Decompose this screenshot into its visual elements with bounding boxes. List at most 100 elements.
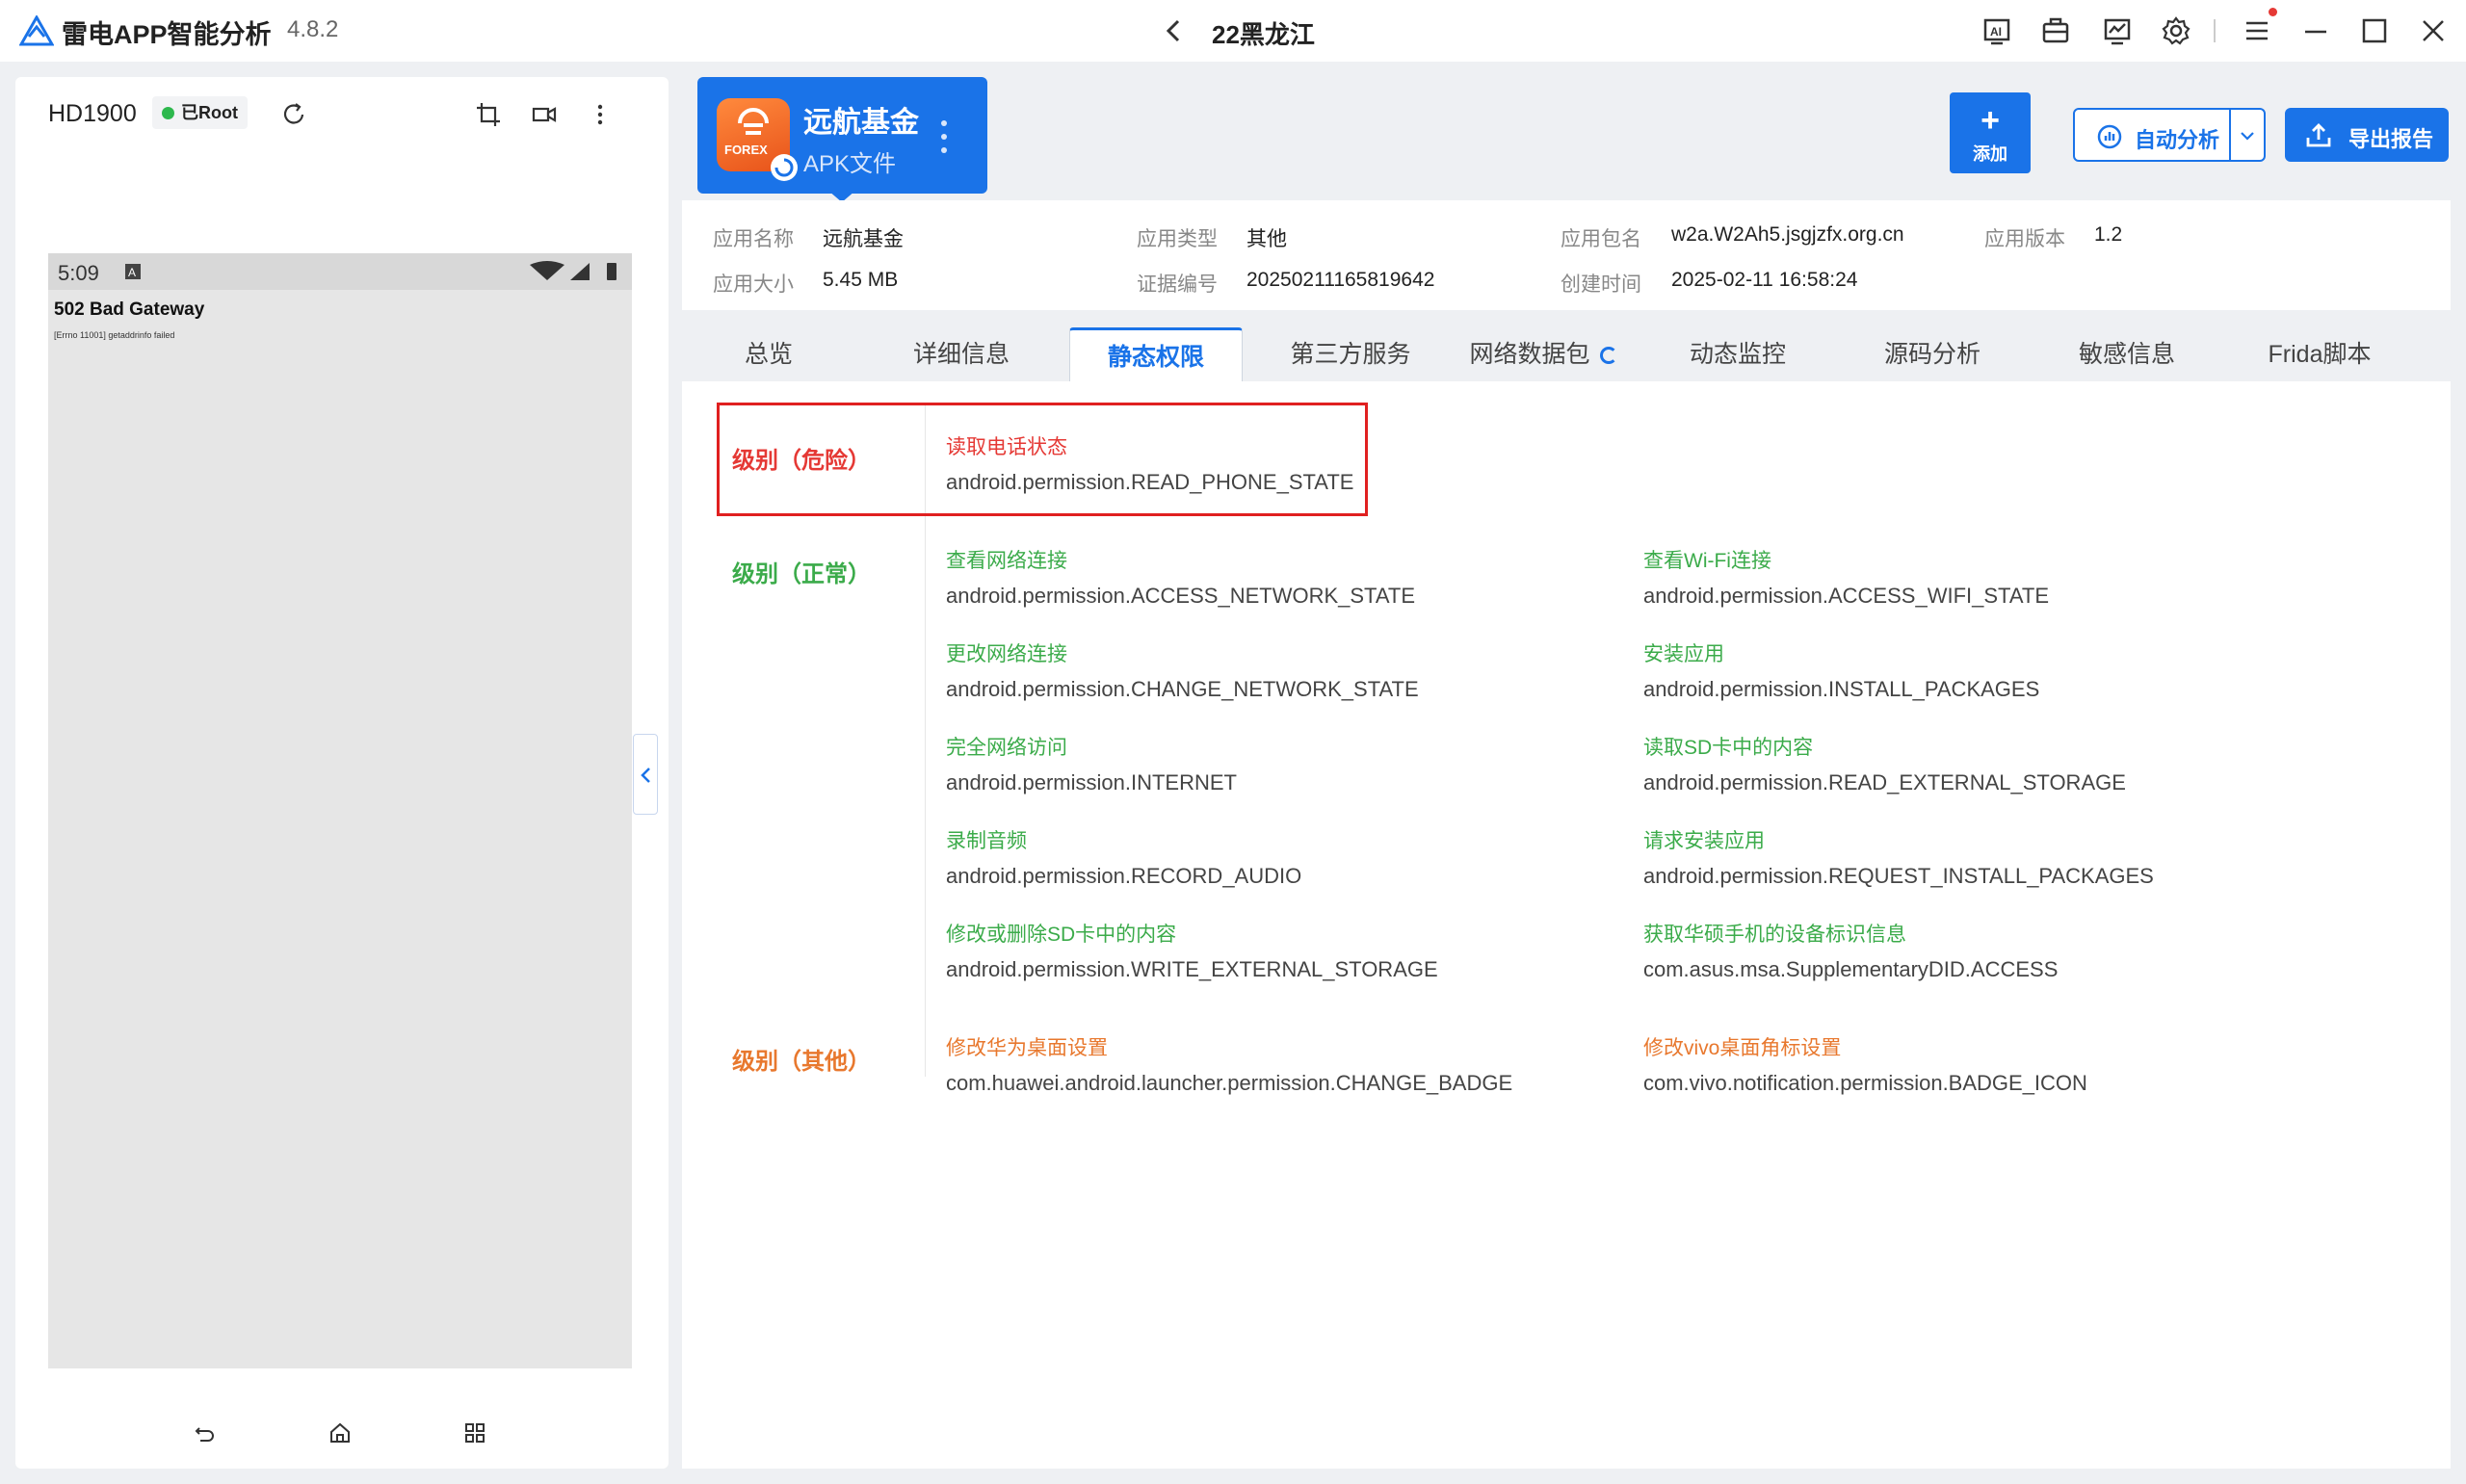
permission-name: 更改网络连接 <box>946 643 1067 665</box>
tab-label: 详细信息 <box>912 341 1010 368</box>
tab-details[interactable]: 详细信息 <box>886 327 1036 381</box>
app-type-value: 其他 <box>1246 228 1287 250</box>
ai-icon[interactable]: AI <box>1981 15 2012 46</box>
permission-name: 安装应用 <box>1643 643 1724 665</box>
more-vertical-icon[interactable] <box>936 117 952 156</box>
refresh-icon[interactable] <box>279 100 308 129</box>
permission-name: 读取SD卡中的内容 <box>1643 737 1814 759</box>
tab-label: 源码分析 <box>1883 341 1981 368</box>
export-report-button[interactable]: 导出报告 <box>2285 108 2449 162</box>
app-name-value: 远航基金 <box>823 228 904 250</box>
notification-dot <box>2269 8 2277 16</box>
permission-id: com.huawei.android.launcher.permission.C… <box>946 1071 1513 1095</box>
tab-label: 第三方服务 <box>1290 341 1411 368</box>
device-screen[interactable]: 5:09 A 502 Bad Gateway [Errno 11001] get… <box>48 253 632 1368</box>
chevron-down-icon[interactable] <box>2237 125 2258 146</box>
app-logo-icon <box>19 15 54 46</box>
package-value: w2a.W2Ah5.jsgjzfx.org.cn <box>1671 223 1904 246</box>
permission-id: android.permission.REQUEST_INSTALL_PACKA… <box>1643 864 2154 888</box>
nav-recents-icon[interactable] <box>462 1420 487 1445</box>
permission-id: android.permission.RECORD_AUDIO <box>946 864 1302 888</box>
tab-dynamic-monitoring[interactable]: 动态监控 <box>1663 327 1813 381</box>
tab-overview[interactable]: 总览 <box>694 327 844 381</box>
app-version: 4.8.2 <box>287 16 339 42</box>
permission-name: 修改或删除SD卡中的内容 <box>946 924 1177 946</box>
menu-icon[interactable] <box>2242 15 2272 46</box>
permission-name: 录制音频 <box>946 830 1027 852</box>
app-type-label: 应用类型 <box>1137 228 1218 250</box>
more-vertical-icon[interactable] <box>586 100 615 129</box>
tab-sensitive-info[interactable]: 敏感信息 <box>2052 327 2202 381</box>
loading-ring-icon <box>771 154 798 181</box>
level-normal-label: 级别（正常） <box>732 561 871 587</box>
root-status-label: 已Root <box>181 103 238 122</box>
tab-network-packets[interactable]: 网络数据包 <box>1456 327 1630 381</box>
status-dot <box>162 107 174 119</box>
record-video-icon[interactable] <box>530 100 559 129</box>
add-button[interactable]: + 添加 <box>1950 92 2031 173</box>
permission-id: android.permission.ACCESS_WIFI_STATE <box>1643 584 2049 608</box>
permission-id: android.permission.READ_EXTERNAL_STORAGE <box>1643 770 2126 794</box>
app-logo-glyph-icon <box>738 108 769 135</box>
auto-analysis-button[interactable]: 自动分析 <box>2073 108 2266 162</box>
loading-spinner-icon <box>1599 347 1617 364</box>
tab-source-analysis[interactable]: 源码分析 <box>1857 327 2007 381</box>
size-label: 应用大小 <box>713 273 794 296</box>
permission-name: 获取华硕手机的设备标识信息 <box>1643 924 1906 946</box>
permission-id: android.permission.INSTALL_PACKAGES <box>1643 677 2040 701</box>
cert-label: 证据编号 <box>1137 273 1218 296</box>
permissions-content: 级别（危险） 读取电话状态 android.permission.READ_PH… <box>682 381 2451 1469</box>
root-status-badge: 已Root <box>152 96 248 129</box>
phone-time: 5:09 <box>58 261 99 285</box>
tab-label: 总览 <box>744 341 793 368</box>
collapse-panel-button[interactable] <box>633 734 658 815</box>
tab-third-party-services[interactable]: 第三方服务 <box>1273 327 1428 381</box>
nav-back-icon[interactable] <box>193 1420 218 1445</box>
permission-name: 读取电话状态 <box>946 436 1067 458</box>
permission-name: 请求安装应用 <box>1643 830 1765 852</box>
app-card-name: 远航基金 <box>803 107 919 139</box>
app-card[interactable]: FOREX 远航基金 APK文件 <box>697 77 987 194</box>
close-icon[interactable] <box>2418 15 2449 46</box>
crop-icon[interactable] <box>474 100 503 129</box>
notification-a-icon: A <box>125 264 141 279</box>
toolbox-icon[interactable] <box>2040 15 2071 46</box>
window-title: 22黑龙江 <box>1212 20 1315 49</box>
permission-id: android.permission.READ_PHONE_STATE <box>946 470 1354 494</box>
app-info-panel: 应用名称 远航基金 应用类型 其他 应用包名 w2a.W2Ah5.jsgjzfx… <box>682 200 2451 310</box>
tab-static-permissions[interactable]: 静态权限 <box>1069 327 1243 381</box>
maximize-icon[interactable] <box>2359 15 2390 46</box>
phone-status-bar: 5:09 A <box>48 253 632 290</box>
export-report-label: 导出报告 <box>2348 127 2434 151</box>
created-label: 创建时间 <box>1561 273 1641 296</box>
title-bar: 雷电APP智能分析 4.8.2 22黑龙江 AI <box>0 0 2466 62</box>
permission-name: 完全网络访问 <box>946 737 1067 759</box>
permission-id: android.permission.WRITE_EXTERNAL_STORAG… <box>946 957 1438 981</box>
tab-label: 敏感信息 <box>2078 341 2175 368</box>
permission-id: android.permission.ACCESS_NETWORK_STATE <box>946 584 1415 608</box>
package-label: 应用包名 <box>1561 228 1641 250</box>
nav-home-icon[interactable] <box>328 1420 353 1445</box>
svg-text:A: A <box>128 266 136 279</box>
error-title: 502 Bad Gateway <box>54 299 205 320</box>
created-value: 2025-02-11 16:58:24 <box>1671 269 1858 291</box>
permission-id: android.permission.INTERNET <box>946 770 1237 794</box>
upload-icon <box>2306 123 2331 147</box>
svg-text:AI: AI <box>1990 25 2002 39</box>
back-chevron-icon[interactable] <box>1161 17 1188 44</box>
tab-label: 动态监控 <box>1689 341 1786 368</box>
plus-icon: + <box>1981 102 2000 139</box>
monitor-icon[interactable] <box>2102 15 2133 46</box>
settings-gear-icon[interactable] <box>2161 15 2191 46</box>
auto-analysis-label: 自动分析 <box>2135 128 2220 152</box>
minimize-icon[interactable] <box>2300 15 2331 46</box>
tab-frida-script[interactable]: Frida脚本 <box>2244 327 2395 381</box>
app-icon-text: FOREX <box>724 143 768 157</box>
version-label: 应用版本 <box>1984 228 2065 250</box>
toolbar-separator <box>2214 19 2216 42</box>
auto-analysis-icon <box>2097 124 2122 149</box>
permission-id: android.permission.CHANGE_NETWORK_STATE <box>946 677 1419 701</box>
tab-label: 静态权限 <box>1107 344 1204 371</box>
size-value: 5.45 MB <box>823 269 899 291</box>
tab-label: Frida脚本 <box>2268 341 2372 368</box>
